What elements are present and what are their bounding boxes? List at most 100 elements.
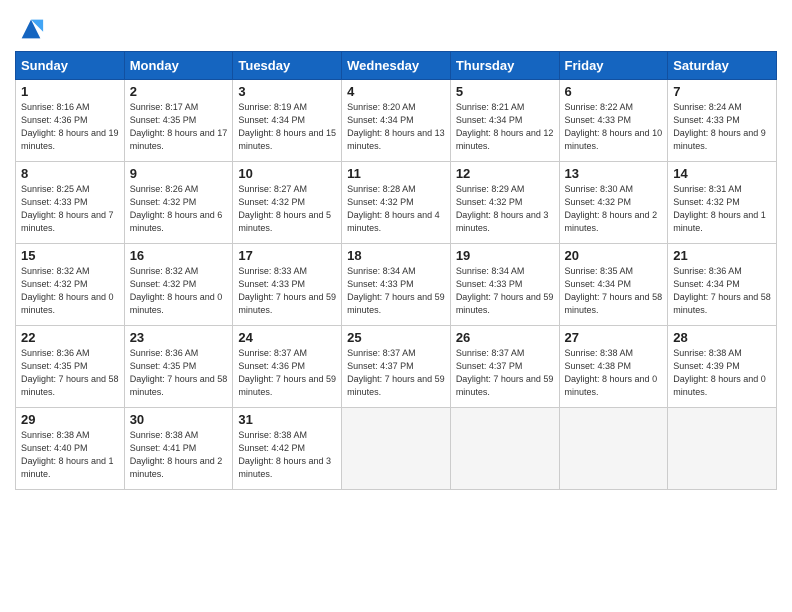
day-number: 3 bbox=[238, 84, 336, 99]
cell-details: Sunrise: 8:36 AMSunset: 4:35 PMDaylight:… bbox=[130, 347, 228, 399]
week-row-3: 22 Sunrise: 8:36 AMSunset: 4:35 PMDayligh… bbox=[16, 326, 777, 408]
cell-details: Sunrise: 8:37 AMSunset: 4:37 PMDaylight:… bbox=[456, 347, 554, 399]
cell-details: Sunrise: 8:25 AMSunset: 4:33 PMDaylight:… bbox=[21, 183, 119, 235]
day-number: 22 bbox=[21, 330, 119, 345]
cell-details: Sunrise: 8:30 AMSunset: 4:32 PMDaylight:… bbox=[565, 183, 663, 235]
cell-details: Sunrise: 8:28 AMSunset: 4:32 PMDaylight:… bbox=[347, 183, 445, 235]
cell-details: Sunrise: 8:26 AMSunset: 4:32 PMDaylight:… bbox=[130, 183, 228, 235]
day-number: 27 bbox=[565, 330, 663, 345]
cell-details: Sunrise: 8:34 AMSunset: 4:33 PMDaylight:… bbox=[347, 265, 445, 317]
day-number: 2 bbox=[130, 84, 228, 99]
calendar-cell: 21Sunrise: 8:36 AMSunset: 4:34 PMDayligh… bbox=[668, 244, 777, 326]
week-row-4: 29 Sunrise: 8:38 AMSunset: 4:40 PMDayligh… bbox=[16, 408, 777, 490]
day-number: 11 bbox=[347, 166, 445, 181]
week-row-1: 8 Sunrise: 8:25 AMSunset: 4:33 PMDaylight… bbox=[16, 162, 777, 244]
day-header-wednesday: Wednesday bbox=[342, 52, 451, 80]
day-number: 17 bbox=[238, 248, 336, 263]
cell-details: Sunrise: 8:33 AMSunset: 4:33 PMDaylight:… bbox=[238, 265, 336, 317]
calendar-cell bbox=[559, 408, 668, 490]
cell-details: Sunrise: 8:37 AMSunset: 4:36 PMDaylight:… bbox=[238, 347, 336, 399]
calendar-cell: 9 Sunrise: 8:26 AMSunset: 4:32 PMDaylight… bbox=[124, 162, 233, 244]
day-number: 16 bbox=[130, 248, 228, 263]
cell-details: Sunrise: 8:27 AMSunset: 4:32 PMDaylight:… bbox=[238, 183, 336, 235]
day-header-thursday: Thursday bbox=[450, 52, 559, 80]
cell-details: Sunrise: 8:38 AMSunset: 4:41 PMDaylight:… bbox=[130, 429, 228, 481]
calendar-cell bbox=[342, 408, 451, 490]
calendar-cell bbox=[450, 408, 559, 490]
day-number: 5 bbox=[456, 84, 554, 99]
cell-details: Sunrise: 8:38 AMSunset: 4:38 PMDaylight:… bbox=[565, 347, 663, 399]
cell-details: Sunrise: 8:20 AMSunset: 4:34 PMDaylight:… bbox=[347, 101, 445, 153]
cell-details: Sunrise: 8:22 AMSunset: 4:33 PMDaylight:… bbox=[565, 101, 663, 153]
calendar-cell: 2 Sunrise: 8:17 AMSunset: 4:35 PMDaylight… bbox=[124, 80, 233, 162]
calendar-cell: 12 Sunrise: 8:29 AMSunset: 4:32 PMDayligh… bbox=[450, 162, 559, 244]
day-number: 20 bbox=[565, 248, 663, 263]
day-number: 8 bbox=[21, 166, 119, 181]
calendar-table: SundayMondayTuesdayWednesdayThursdayFrid… bbox=[15, 51, 777, 490]
day-number: 23 bbox=[130, 330, 228, 345]
cell-details: Sunrise: 8:36 AMSunset: 4:35 PMDaylight:… bbox=[21, 347, 119, 399]
calendar-cell: 19Sunrise: 8:34 AMSunset: 4:33 PMDayligh… bbox=[450, 244, 559, 326]
cell-details: Sunrise: 8:35 AMSunset: 4:34 PMDaylight:… bbox=[565, 265, 663, 317]
calendar-cell bbox=[668, 408, 777, 490]
calendar-cell: 24 Sunrise: 8:37 AMSunset: 4:36 PMDayligh… bbox=[233, 326, 342, 408]
day-header-saturday: Saturday bbox=[668, 52, 777, 80]
cell-details: Sunrise: 8:29 AMSunset: 4:32 PMDaylight:… bbox=[456, 183, 554, 235]
day-number: 4 bbox=[347, 84, 445, 99]
day-number: 6 bbox=[565, 84, 663, 99]
cell-details: Sunrise: 8:32 AMSunset: 4:32 PMDaylight:… bbox=[21, 265, 119, 317]
calendar-cell: 5Sunrise: 8:21 AMSunset: 4:34 PMDaylight… bbox=[450, 80, 559, 162]
calendar-cell: 15 Sunrise: 8:32 AMSunset: 4:32 PMDayligh… bbox=[16, 244, 125, 326]
calendar-cell: 30 Sunrise: 8:38 AMSunset: 4:41 PMDayligh… bbox=[124, 408, 233, 490]
week-row-0: 1Sunrise: 8:16 AMSunset: 4:36 PMDaylight… bbox=[16, 80, 777, 162]
calendar-cell: 11 Sunrise: 8:28 AMSunset: 4:32 PMDayligh… bbox=[342, 162, 451, 244]
header-row: SundayMondayTuesdayWednesdayThursdayFrid… bbox=[16, 52, 777, 80]
cell-details: Sunrise: 8:19 AMSunset: 4:34 PMDaylight:… bbox=[238, 101, 336, 153]
calendar-cell: 20 Sunrise: 8:35 AMSunset: 4:34 PMDayligh… bbox=[559, 244, 668, 326]
cell-details: Sunrise: 8:16 AMSunset: 4:36 PMDaylight:… bbox=[21, 101, 119, 153]
calendar-cell: 31Sunrise: 8:38 AMSunset: 4:42 PMDayligh… bbox=[233, 408, 342, 490]
calendar-cell: 3 Sunrise: 8:19 AMSunset: 4:34 PMDaylight… bbox=[233, 80, 342, 162]
day-number: 7 bbox=[673, 84, 771, 99]
calendar-cell: 26 Sunrise: 8:37 AMSunset: 4:37 PMDayligh… bbox=[450, 326, 559, 408]
day-number: 30 bbox=[130, 412, 228, 427]
calendar-cell: 17 Sunrise: 8:33 AMSunset: 4:33 PMDayligh… bbox=[233, 244, 342, 326]
calendar-cell: 13 Sunrise: 8:30 AMSunset: 4:32 PMDayligh… bbox=[559, 162, 668, 244]
calendar-cell: 16 Sunrise: 8:32 AMSunset: 4:32 PMDayligh… bbox=[124, 244, 233, 326]
day-number: 18 bbox=[347, 248, 445, 263]
day-number: 24 bbox=[238, 330, 336, 345]
calendar-cell: 10 Sunrise: 8:27 AMSunset: 4:32 PMDayligh… bbox=[233, 162, 342, 244]
cell-details: Sunrise: 8:17 AMSunset: 4:35 PMDaylight:… bbox=[130, 101, 228, 153]
cell-details: Sunrise: 8:38 AMSunset: 4:39 PMDaylight:… bbox=[673, 347, 771, 399]
calendar-cell: 18 Sunrise: 8:34 AMSunset: 4:33 PMDayligh… bbox=[342, 244, 451, 326]
day-number: 29 bbox=[21, 412, 119, 427]
calendar-cell: 7 Sunrise: 8:24 AMSunset: 4:33 PMDaylight… bbox=[668, 80, 777, 162]
day-number: 15 bbox=[21, 248, 119, 263]
day-number: 13 bbox=[565, 166, 663, 181]
calendar-cell: 23 Sunrise: 8:36 AMSunset: 4:35 PMDayligh… bbox=[124, 326, 233, 408]
logo bbox=[15, 15, 45, 43]
day-number: 9 bbox=[130, 166, 228, 181]
day-number: 10 bbox=[238, 166, 336, 181]
calendar-cell: 22 Sunrise: 8:36 AMSunset: 4:35 PMDayligh… bbox=[16, 326, 125, 408]
calendar-page: SundayMondayTuesdayWednesdayThursdayFrid… bbox=[0, 0, 792, 505]
calendar-cell: 28 Sunrise: 8:38 AMSunset: 4:39 PMDayligh… bbox=[668, 326, 777, 408]
calendar-cell: 27 Sunrise: 8:38 AMSunset: 4:38 PMDayligh… bbox=[559, 326, 668, 408]
day-number: 25 bbox=[347, 330, 445, 345]
cell-details: Sunrise: 8:36 AMSunset: 4:34 PMDaylight:… bbox=[673, 265, 771, 317]
day-number: 28 bbox=[673, 330, 771, 345]
day-header-friday: Friday bbox=[559, 52, 668, 80]
day-number: 12 bbox=[456, 166, 554, 181]
calendar-cell: 6 Sunrise: 8:22 AMSunset: 4:33 PMDaylight… bbox=[559, 80, 668, 162]
cell-details: Sunrise: 8:38 AMSunset: 4:42 PMDaylight:… bbox=[238, 429, 336, 481]
cell-details: Sunrise: 8:32 AMSunset: 4:32 PMDaylight:… bbox=[130, 265, 228, 317]
calendar-cell: 25Sunrise: 8:37 AMSunset: 4:37 PMDayligh… bbox=[342, 326, 451, 408]
cell-details: Sunrise: 8:24 AMSunset: 4:33 PMDaylight:… bbox=[673, 101, 771, 153]
day-number: 26 bbox=[456, 330, 554, 345]
day-header-sunday: Sunday bbox=[16, 52, 125, 80]
day-header-monday: Monday bbox=[124, 52, 233, 80]
calendar-cell: 29 Sunrise: 8:38 AMSunset: 4:40 PMDayligh… bbox=[16, 408, 125, 490]
cell-details: Sunrise: 8:31 AMSunset: 4:32 PMDaylight:… bbox=[673, 183, 771, 235]
calendar-cell: 14Sunrise: 8:31 AMSunset: 4:32 PMDayligh… bbox=[668, 162, 777, 244]
cell-details: Sunrise: 8:38 AMSunset: 4:40 PMDaylight:… bbox=[21, 429, 119, 481]
